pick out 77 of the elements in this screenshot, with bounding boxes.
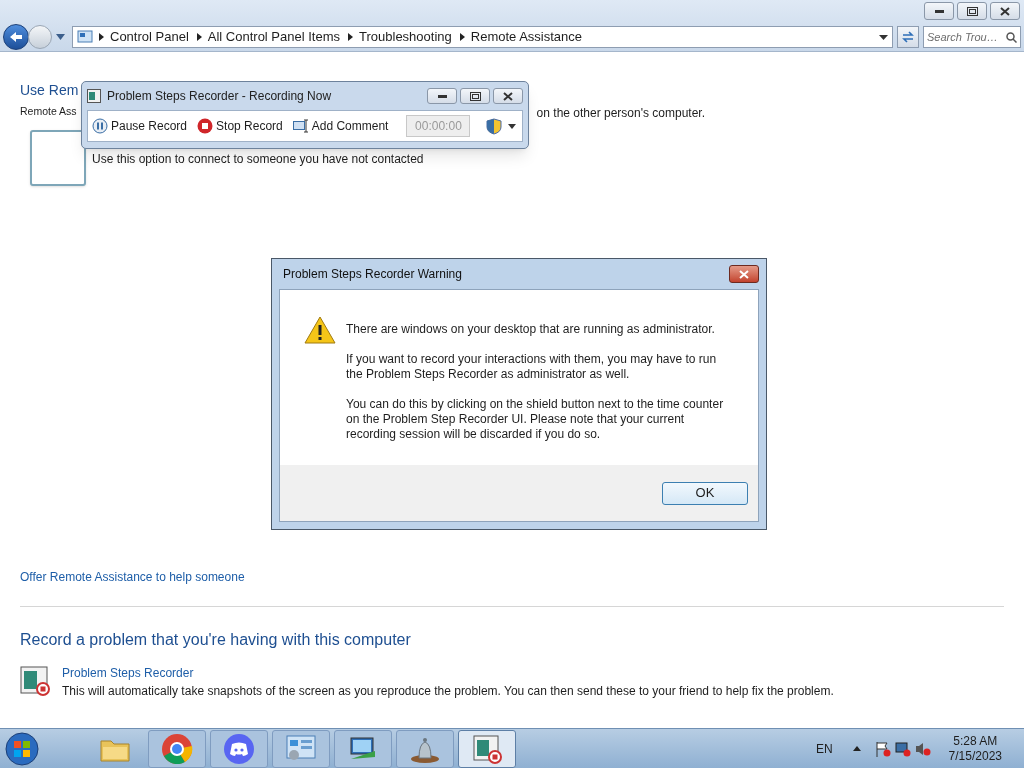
warning-message: There are windows on your desktop that are running as administrator. bbox=[346, 322, 716, 337]
gamepad-icon bbox=[223, 732, 255, 765]
warning-message: If you want to record your interactions with them, you may have to run the Problem Steps Recorder as administrator as well. bbox=[346, 352, 718, 382]
shield-button[interactable] bbox=[486, 117, 517, 135]
comment-icon bbox=[292, 119, 309, 133]
taskbar-button[interactable] bbox=[210, 729, 268, 768]
window-title: Problem Steps Recorder - Recording Now bbox=[107, 88, 333, 105]
toolbar-button[interactable]: Add Comment bbox=[292, 117, 389, 135]
start-button[interactable] bbox=[2, 729, 42, 768]
intro-text: Remote Ass bbox=[20, 104, 77, 119]
arrow-left-icon bbox=[9, 31, 23, 43]
toolbar-button[interactable]: Stop Record bbox=[197, 117, 283, 135]
search-icon bbox=[1006, 32, 1017, 43]
taskbar-button[interactable] bbox=[396, 729, 454, 768]
taskbar-button[interactable] bbox=[334, 729, 392, 768]
intro-text: on the other person's computer. bbox=[536, 105, 705, 122]
dropdown-icon bbox=[508, 123, 517, 129]
clock-date[interactable]: 7/15/2023 bbox=[948, 748, 1002, 764]
pause-icon bbox=[92, 118, 108, 134]
chevron-up-icon[interactable] bbox=[852, 746, 861, 751]
close-icon bbox=[503, 91, 513, 101]
maximize-button[interactable] bbox=[460, 88, 490, 104]
maximize-button[interactable] bbox=[957, 2, 987, 20]
timer-display: 00:00:00 bbox=[406, 115, 471, 137]
minimize-icon bbox=[934, 9, 944, 13]
offer-link[interactable]: Offer Remote Assistance to help someone bbox=[20, 568, 245, 586]
address-bar[interactable]: Control Panel All Control Panel Items Troubleshooting Remote Assistance bbox=[72, 26, 893, 48]
dropdown-icon[interactable] bbox=[879, 34, 888, 40]
back-button[interactable] bbox=[3, 24, 29, 50]
network-icon[interactable] bbox=[894, 740, 911, 757]
option-description: Use this option to connect to someone you have not contacted bbox=[92, 151, 424, 168]
recorder-description: This will automatically take snapshots of the screen as you reproduce the problem. You can then send these to your friend to help fix the problem. bbox=[62, 683, 834, 700]
ok-button[interactable]: OK bbox=[662, 481, 748, 505]
search-field[interactable]: Search Trou… bbox=[923, 26, 1021, 48]
close-button[interactable] bbox=[493, 88, 523, 104]
chevron-right-icon[interactable] bbox=[348, 33, 353, 41]
minimize-button[interactable] bbox=[924, 2, 954, 20]
refresh-button[interactable] bbox=[897, 26, 919, 48]
recorder-icon bbox=[20, 666, 50, 696]
warning-icon bbox=[304, 316, 336, 344]
windows-logo-icon bbox=[5, 731, 39, 766]
toolbar-button[interactable]: Pause Record bbox=[92, 117, 188, 135]
chevron-right-icon[interactable] bbox=[196, 33, 202, 41]
chrome-icon bbox=[161, 732, 193, 765]
chevron-right-icon[interactable] bbox=[459, 33, 465, 41]
speaker-icon[interactable] bbox=[914, 740, 931, 757]
control-panel-icon bbox=[77, 30, 93, 44]
recorder-link[interactable]: Problem Steps Recorder bbox=[62, 664, 194, 682]
option-icon bbox=[30, 130, 86, 186]
recorder-icon bbox=[87, 89, 101, 103]
section-heading: Record a problem that you're having with this computer bbox=[20, 630, 412, 650]
section-heading: Use Rem bbox=[20, 81, 79, 100]
dialog-title: Problem Steps Recorder Warning bbox=[283, 266, 462, 283]
close-icon bbox=[1000, 6, 1010, 16]
refresh-icon bbox=[901, 31, 915, 43]
restore-icon bbox=[966, 6, 978, 16]
clock-time[interactable]: 5:28 AM bbox=[953, 733, 998, 749]
minimize-icon bbox=[437, 94, 447, 98]
shield-icon bbox=[486, 117, 503, 135]
breadcrumb-item[interactable]: Control Panel bbox=[110, 27, 189, 47]
minimize-button[interactable] bbox=[427, 88, 457, 104]
breadcrumb-item[interactable]: All Control Panel Items bbox=[207, 27, 340, 47]
close-button[interactable] bbox=[729, 265, 759, 283]
chevron-right-icon[interactable] bbox=[99, 33, 104, 41]
taskbar-button[interactable] bbox=[458, 729, 516, 768]
breadcrumb-item[interactable]: Troubleshooting bbox=[359, 27, 452, 47]
language-indicator[interactable]: EN bbox=[815, 739, 833, 758]
breadcrumb-item[interactable]: Remote Assistance bbox=[470, 27, 583, 47]
restore-icon bbox=[469, 91, 481, 101]
flag-icon[interactable] bbox=[874, 740, 891, 757]
taskbar-button[interactable] bbox=[148, 729, 206, 768]
recorder-icon bbox=[471, 733, 503, 764]
stop-icon bbox=[197, 118, 214, 134]
warning-message: You can do this by clicking on the shield button next to the time counter on the Problem Step Recorder UI. Please note that your current recording session will be discarded if you do so. bbox=[346, 397, 725, 442]
close-button[interactable] bbox=[990, 2, 1020, 20]
close-icon bbox=[739, 269, 749, 279]
taskbar-button[interactable] bbox=[272, 729, 330, 768]
